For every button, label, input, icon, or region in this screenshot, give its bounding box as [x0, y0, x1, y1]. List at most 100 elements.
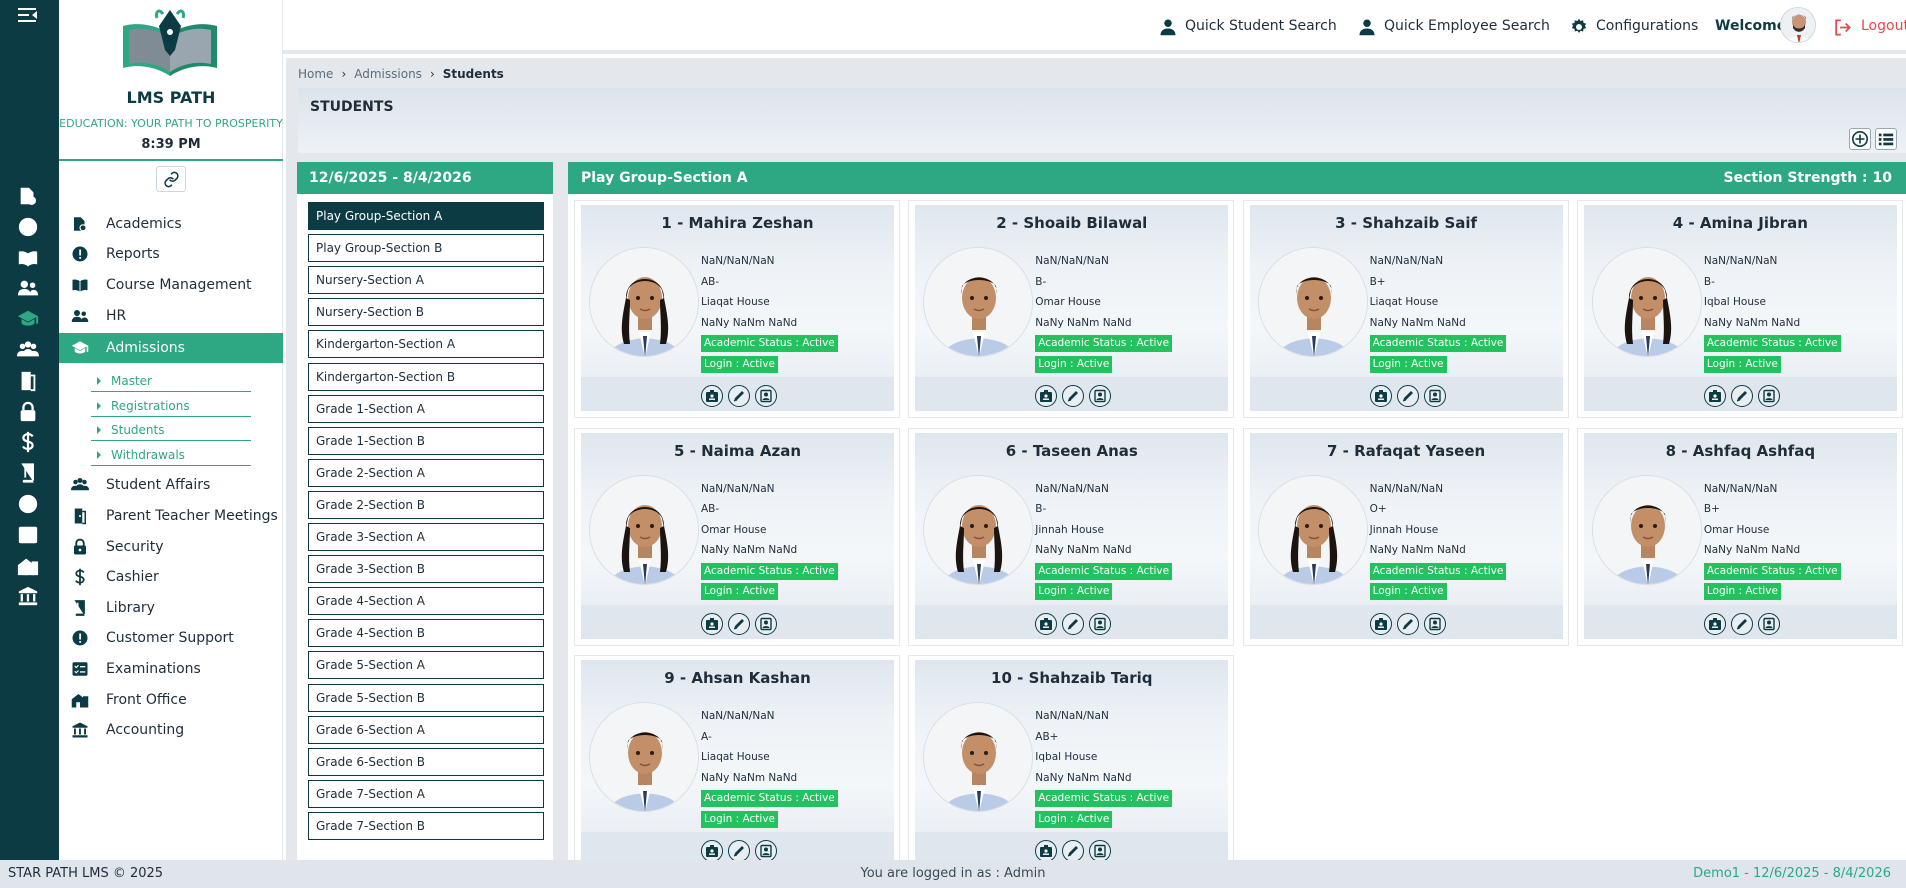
- edit-button[interactable]: [1062, 840, 1085, 860]
- rail-book-icon[interactable]: [17, 462, 39, 484]
- rail-bank-icon[interactable]: [17, 585, 39, 607]
- section-item[interactable]: Grade 1-Section A: [308, 394, 544, 423]
- student-name[interactable]: 5 - Naima Azan: [581, 442, 894, 460]
- submenu-item-master[interactable]: Master: [91, 370, 251, 392]
- id-card-button[interactable]: [701, 385, 723, 407]
- student-name[interactable]: 7 - Rafaqat Yaseen: [1250, 442, 1563, 460]
- submenu-item-withdrawals[interactable]: Withdrawals: [91, 444, 251, 466]
- quick-student-search-button[interactable]: Quick Student Search: [1159, 17, 1337, 37]
- rail-academics-icon[interactable]: [17, 185, 39, 207]
- breadcrumb-admissions[interactable]: Admissions: [354, 67, 422, 81]
- rail-group-icon[interactable]: [17, 339, 39, 361]
- edit-button[interactable]: [728, 385, 750, 407]
- rail-lock-icon[interactable]: [17, 401, 39, 423]
- sidebar-item-customer-support[interactable]: Customer Support: [59, 623, 283, 653]
- sidebar-item-security[interactable]: Security: [59, 532, 283, 562]
- profile-button[interactable]: [1089, 840, 1112, 860]
- edit-button[interactable]: [1730, 612, 1753, 635]
- id-card-button[interactable]: [1035, 612, 1058, 635]
- section-item[interactable]: Nursery-Section A: [308, 266, 544, 295]
- student-name[interactable]: 6 - Taseen Anas: [915, 442, 1228, 460]
- sidebar-item-student-affairs[interactable]: Student Affairs: [59, 470, 283, 500]
- section-item[interactable]: Play Group-Section B: [308, 234, 544, 263]
- student-name[interactable]: 4 - Amina Jibran: [1584, 214, 1897, 232]
- edit-button[interactable]: [728, 840, 750, 860]
- section-item[interactable]: Grade 7-Section B: [308, 811, 544, 840]
- rail-checklist-icon[interactable]: [17, 524, 39, 546]
- edit-button[interactable]: [1396, 385, 1419, 407]
- configurations-button[interactable]: Configurations: [1570, 17, 1700, 37]
- edit-button[interactable]: [1062, 385, 1085, 407]
- rail-building-icon[interactable]: [17, 555, 39, 577]
- id-card-button[interactable]: [1703, 385, 1726, 407]
- student-name[interactable]: 10 - Shahzaib Tariq: [915, 669, 1228, 687]
- breadcrumb-home[interactable]: Home: [298, 67, 333, 81]
- id-card-button[interactable]: [1369, 612, 1392, 635]
- profile-button[interactable]: [1089, 612, 1112, 635]
- student-name[interactable]: 2 - Shoaib Bilawal: [915, 214, 1228, 232]
- sidebar-item-course-management[interactable]: Course Management: [59, 270, 283, 300]
- section-item[interactable]: Play Group-Section A: [308, 202, 544, 230]
- profile-button[interactable]: [1423, 385, 1446, 407]
- student-name[interactable]: 9 - Ahsan Kashan: [581, 669, 894, 687]
- section-item[interactable]: Kindergarton-Section A: [308, 330, 544, 359]
- rail-people-icon[interactable]: [17, 277, 39, 299]
- id-card-button[interactable]: [1703, 612, 1726, 635]
- section-item[interactable]: Nursery-Section B: [308, 298, 544, 327]
- sidebar-item-accounting[interactable]: Accounting: [59, 715, 283, 745]
- section-item[interactable]: Grade 6-Section B: [308, 747, 544, 776]
- id-card-button[interactable]: [1369, 385, 1392, 407]
- section-item[interactable]: Grade 6-Section A: [308, 715, 544, 744]
- id-card-button[interactable]: [1035, 840, 1058, 860]
- sidebar-item-library[interactable]: Library: [59, 593, 283, 623]
- logout-button[interactable]: Logout: [1833, 17, 1906, 37]
- quick-employee-search-button[interactable]: Quick Employee Search: [1358, 17, 1550, 37]
- list-view-button[interactable]: [1875, 128, 1897, 150]
- submenu-item-registrations[interactable]: Registrations: [91, 395, 251, 417]
- section-item[interactable]: Grade 2-Section A: [308, 458, 544, 487]
- section-item[interactable]: Grade 5-Section A: [308, 651, 544, 680]
- sidebar-item-parent-teacher-meetings[interactable]: Parent Teacher Meetings: [59, 501, 283, 531]
- add-student-button[interactable]: [1849, 128, 1871, 150]
- sidebar-item-examinations[interactable]: Examinations: [59, 654, 283, 684]
- section-item[interactable]: Grade 1-Section B: [308, 426, 544, 455]
- section-item[interactable]: Grade 7-Section A: [308, 779, 544, 808]
- section-item[interactable]: Grade 3-Section B: [308, 555, 544, 584]
- section-item[interactable]: Grade 4-Section B: [308, 619, 544, 648]
- id-card-button[interactable]: [701, 840, 723, 860]
- edit-button[interactable]: [1062, 612, 1085, 635]
- profile-button[interactable]: [1757, 612, 1780, 635]
- profile-button[interactable]: [1757, 385, 1780, 407]
- sidebar-item-cashier[interactable]: Cashier: [59, 562, 283, 592]
- user-avatar[interactable]: [1780, 7, 1816, 43]
- section-item[interactable]: Grade 2-Section B: [308, 490, 544, 519]
- section-item[interactable]: Grade 5-Section B: [308, 683, 544, 712]
- sidebar-item-admissions[interactable]: Admissions: [59, 333, 283, 363]
- section-item[interactable]: Grade 3-Section A: [308, 523, 544, 551]
- link-button[interactable]: [156, 166, 186, 192]
- student-name[interactable]: 3 - Shahzaib Saif: [1250, 214, 1563, 232]
- submenu-item-students[interactable]: Students: [91, 419, 251, 441]
- edit-button[interactable]: [728, 612, 750, 635]
- sidebar-item-hr[interactable]: HR: [59, 301, 283, 331]
- id-card-button[interactable]: [701, 612, 723, 635]
- rail-alert-circle-icon[interactable]: [17, 216, 39, 238]
- rail-door-icon[interactable]: [17, 370, 39, 392]
- edit-button[interactable]: [1396, 612, 1419, 635]
- id-card-button[interactable]: [1035, 385, 1058, 407]
- sidebar-item-reports[interactable]: Reports: [59, 239, 283, 269]
- rail-graduation-cap-icon[interactable]: [17, 308, 39, 330]
- rail-alert-circle-icon[interactable]: [17, 493, 39, 515]
- profile-button[interactable]: [755, 840, 777, 860]
- sidebar-item-front-office[interactable]: Front Office: [59, 685, 283, 715]
- profile-button[interactable]: [1423, 612, 1446, 635]
- profile-button[interactable]: [755, 612, 777, 635]
- sidebar-item-academics[interactable]: Academics: [59, 209, 283, 239]
- edit-button[interactable]: [1730, 385, 1753, 407]
- menu-collapse-icon[interactable]: [18, 6, 38, 24]
- section-item[interactable]: Grade 4-Section A: [308, 587, 544, 616]
- profile-button[interactable]: [755, 385, 777, 407]
- profile-button[interactable]: [1089, 385, 1112, 407]
- rail-book-open-icon[interactable]: [17, 247, 39, 269]
- student-name[interactable]: 1 - Mahira Zeshan: [581, 214, 894, 232]
